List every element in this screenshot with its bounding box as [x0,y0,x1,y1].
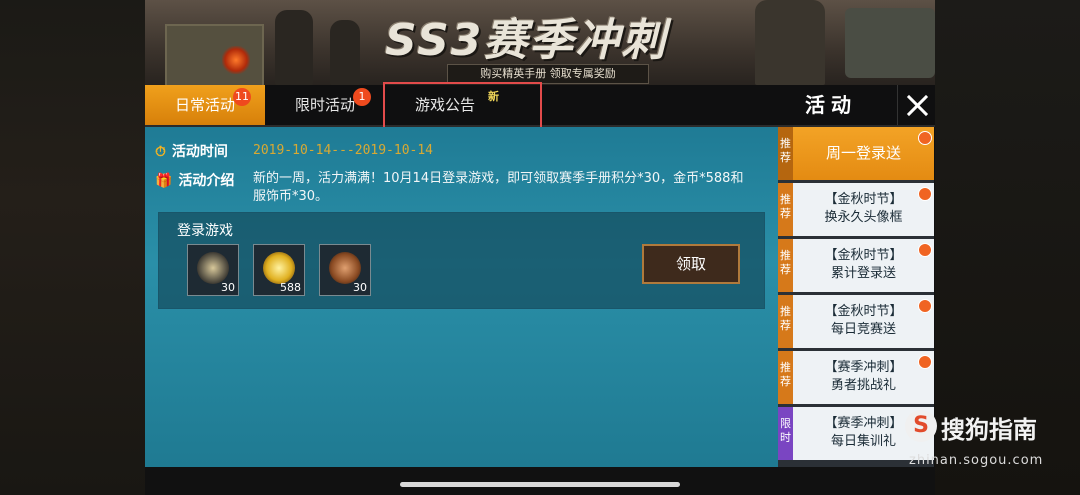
tab-badge-count: 11 [233,88,251,106]
watermark-text: 搜狗指南 [941,416,1037,444]
close-button[interactable] [897,85,936,125]
banner-title: SS3赛季冲刺 [385,15,668,66]
activity-detail-panel: ⏱ 活动时间 2019-10-14---2019-10-14 🎁 活动介绍 新的一周… [145,127,778,467]
tab-badge-count: 1 [353,88,371,106]
limited-tag: 限时 [778,407,793,460]
activity-item-label: 【金秋时节】 [824,304,903,319]
watermark-url: zhinan.sogou.com [909,453,1044,468]
sogou-logo-icon: S [905,410,937,442]
activity-item-sublabel: 累计登录送 [830,266,896,281]
notification-dot [918,355,932,369]
activity-time-label: 活动时间 [171,144,228,160]
soldier-illustration [275,10,313,85]
notification-dot [918,299,932,313]
soldier-illustration [330,20,360,85]
activity-item-monday-login[interactable]: 推荐 周一登录送 [778,127,934,183]
reward-item[interactable]: 30 [187,244,239,296]
notification-dot [918,243,932,257]
activity-item-sublabel: 换永久头像框 [824,210,903,225]
clock-icon: ⏱ [155,144,166,160]
activity-item-sublabel: 每日竞赛送 [830,322,896,337]
claim-button[interactable]: 领取 [642,244,740,284]
gift-icon: 🎁 [155,173,173,189]
background-left [0,0,145,495]
vehicle-illustration [845,8,935,78]
reward-item[interactable]: 588 [253,244,305,296]
activity-item-label: 【金秋时节】 [824,192,903,207]
activity-intro-row: 🎁 活动介绍 [155,170,234,190]
reward-item[interactable]: 30 [319,244,371,296]
home-indicator[interactable] [400,482,680,487]
activity-item-cumulative-login[interactable]: 推荐 【金秋时节】 累计登录送 [778,239,934,295]
crate-illustration [165,24,264,85]
activity-time-row: ⏱ 活动时间 [155,141,228,161]
activity-intro-label: 活动介绍 [178,173,235,189]
recommend-tag: 推荐 [778,239,793,292]
tab-label: 日常活动 [174,96,235,114]
recommend-tag: 推荐 [778,127,793,180]
recommend-tag: 推荐 [778,183,793,236]
activity-item-brave-challenge[interactable]: 推荐 【赛季冲刺】 勇者挑战礼 [778,351,934,407]
reward-count: 30 [353,281,367,294]
season-banner[interactable]: SS3赛季冲刺 购买精英手册 领取专属奖励 [145,0,935,85]
reward-count: 30 [221,281,235,294]
activity-item-daily-competition[interactable]: 推荐 【金秋时节】 每日竞赛送 [778,295,934,351]
activity-item-label: 【金秋时节】 [824,248,903,263]
tab-label: 限时活动 [294,96,355,114]
activity-item-label: 周一登录送 [825,144,901,162]
task-title: 登录游戏 [177,223,233,239]
recommend-tag: 推荐 [778,295,793,348]
soldier-illustration [755,0,825,85]
activity-description: 新的一周，活力满满！10月14日登录游戏，即可领取赛季手册积分*30，金币*58… [253,171,744,204]
reward-count: 588 [280,281,301,294]
notification-dot [918,131,932,145]
outfit-coin-icon [329,252,361,284]
medal-star-icon [197,252,229,284]
activity-item-avatar-frame[interactable]: 推荐 【金秋时节】 换永久头像框 [778,183,934,239]
activity-time-value: 2019-10-14---2019-10-14 [253,143,434,158]
activity-item-label: 【赛季冲刺】 [824,360,903,375]
panel-title: 活动 [805,93,857,117]
activity-item-sublabel: 勇者挑战礼 [830,378,896,393]
notification-dot [918,187,932,201]
recommend-tag: 推荐 [778,351,793,404]
gold-coin-icon [263,252,295,284]
banner-subtitle: 购买精英手册 领取专属奖励 [447,64,649,84]
